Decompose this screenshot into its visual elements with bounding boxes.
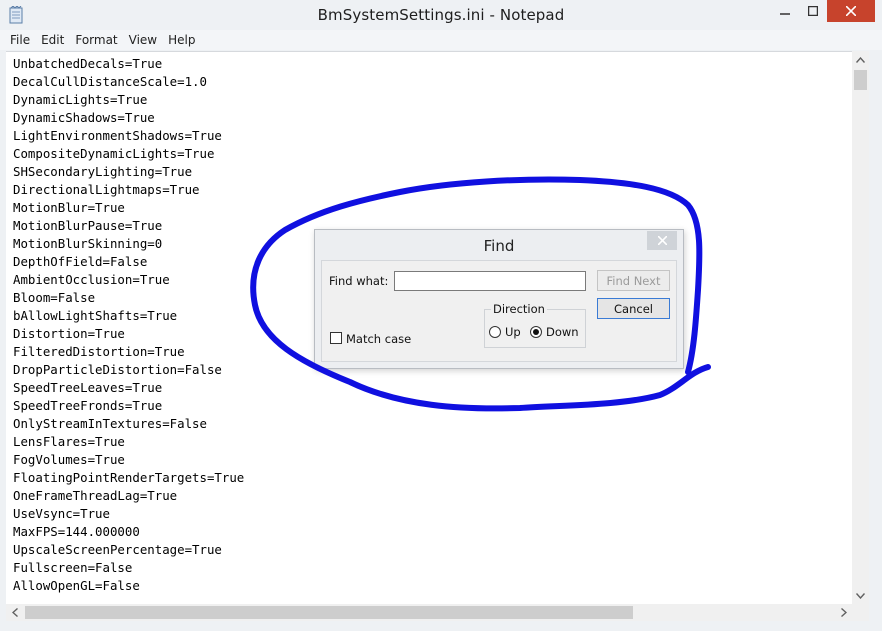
find-dialog-body: Find what: Find Next Cancel Direction Up… (321, 260, 677, 362)
text-line: MotionBlur=True (13, 200, 125, 215)
find-dialog-title: Find (483, 237, 515, 255)
minimize-icon (780, 13, 790, 15)
text-line: Fullscreen=False (13, 560, 133, 575)
title-bar[interactable]: BmSystemSettings.ini - Notepad (0, 0, 882, 30)
vertical-scrollbar[interactable] (852, 51, 869, 604)
cancel-button[interactable]: Cancel (597, 298, 670, 319)
direction-up-label: Up (505, 325, 521, 339)
text-line: UseVsync=True (13, 506, 110, 521)
text-line: SpeedTreeLeaves=True (13, 380, 163, 395)
text-line: MotionBlurPause=True (13, 218, 163, 233)
text-line: MaxFPS=144.000000 (13, 524, 140, 539)
chevron-down-icon (856, 592, 865, 599)
text-line: FloatingPointRenderTargets=True (13, 470, 245, 485)
text-line: OnlyStreamInTextures=False (13, 416, 207, 431)
notepad-window: BmSystemSettings.ini - Notepad File Edit… (0, 0, 882, 631)
close-button[interactable] (827, 0, 875, 22)
direction-group: Direction Up Down (484, 302, 586, 348)
chevron-left-icon (11, 608, 18, 617)
chevron-up-icon (856, 56, 865, 63)
radio-selected-dot (533, 329, 539, 335)
text-line: FilteredDistortion=True (13, 344, 185, 359)
find-what-input[interactable] (394, 271, 586, 291)
text-line: FogVolumes=True (13, 452, 125, 467)
text-line: MotionBlurSkinning=0 (13, 236, 163, 251)
menu-format[interactable]: Format (70, 33, 122, 47)
text-line: Bloom=False (13, 290, 96, 305)
text-line: LightEnvironmentShadows=True (13, 128, 222, 143)
scroll-down-button[interactable] (852, 587, 869, 604)
window-title: BmSystemSettings.ini - Notepad (317, 6, 565, 24)
maximize-button[interactable] (799, 0, 827, 22)
scroll-right-button[interactable] (835, 604, 852, 621)
text-line: DepthOfField=False (13, 254, 148, 269)
text-lines: UnbatchedDecals=True DecalCullDistanceSc… (13, 55, 244, 595)
text-line: DecalCullDistanceScale=1.0 (13, 74, 207, 89)
text-line: AmbientOcclusion=True (13, 272, 170, 287)
menu-view[interactable]: View (124, 33, 162, 47)
menu-file[interactable]: File (5, 33, 35, 47)
minimize-button[interactable] (771, 0, 799, 22)
match-case-checkbox[interactable] (330, 332, 342, 344)
chevron-right-icon (840, 608, 847, 617)
direction-up-radio[interactable] (489, 326, 501, 338)
text-line: DropParticleDistortion=False (13, 362, 222, 377)
scrollbar-corner (852, 604, 869, 621)
text-line: bAllowLightShafts=True (13, 308, 178, 323)
menu-bar: File Edit Format View Help (0, 30, 882, 50)
text-line: DirectionalLightmaps=True (13, 182, 200, 197)
text-line: LensFlares=True (13, 434, 125, 449)
text-line: Distortion=True (13, 326, 125, 341)
direction-down-label: Down (546, 325, 579, 339)
menu-edit[interactable]: Edit (36, 33, 69, 47)
scroll-left-button[interactable] (6, 604, 23, 621)
find-what-label: Find what: (329, 274, 389, 288)
vertical-scroll-thumb[interactable] (854, 70, 867, 90)
menu-help[interactable]: Help (163, 33, 200, 47)
text-line: CompositeDynamicLights=True (13, 146, 215, 161)
horizontal-scrollbar[interactable] (6, 604, 852, 621)
match-case-label: Match case (346, 332, 412, 346)
scroll-up-button[interactable] (852, 51, 869, 68)
direction-down-radio[interactable] (530, 326, 542, 338)
text-line: OneFrameThreadLag=True (13, 488, 178, 503)
find-dialog-close-button[interactable] (647, 231, 677, 250)
text-line: SHSecondaryLighting=True (13, 164, 193, 179)
text-line: DynamicLights=True (13, 92, 148, 107)
text-line: AllowOpenGL=False (13, 578, 140, 593)
close-icon (657, 236, 667, 245)
find-next-button[interactable]: Find Next (597, 270, 670, 291)
horizontal-scroll-thumb[interactable] (25, 606, 633, 619)
text-line: DynamicShadows=True (13, 110, 155, 125)
text-line: SpeedTreeFronds=True (13, 398, 163, 413)
direction-label: Direction (491, 302, 547, 316)
text-line: UpscaleScreenPercentage=True (13, 542, 222, 557)
find-dialog: Find Find what: Find Next Cancel Directi… (314, 229, 684, 369)
text-line: UnbatchedDecals=True (13, 56, 163, 71)
maximize-icon (808, 6, 818, 16)
close-icon (846, 6, 856, 16)
